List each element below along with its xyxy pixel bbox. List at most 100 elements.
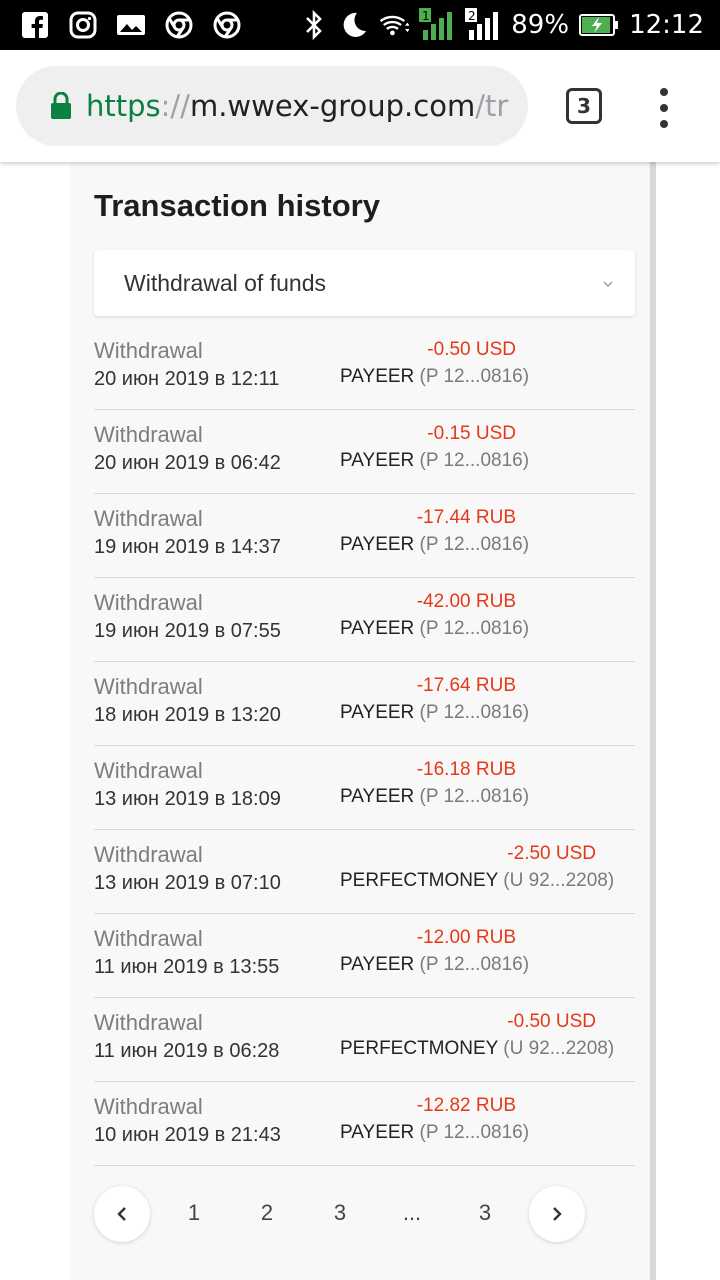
chrome-icon bbox=[164, 10, 194, 40]
transaction-type: Withdrawal bbox=[94, 338, 203, 363]
transaction-row: Withdrawal 18 июн 2019 в 13:20 -17.64 RUB P… bbox=[94, 662, 635, 746]
payment-system: PAYEER bbox=[340, 954, 415, 975]
transaction-method: PAYEER (P 12...0816) bbox=[340, 618, 529, 640]
signal-icon: 1 bbox=[419, 8, 455, 40]
url-scheme: https bbox=[86, 89, 161, 123]
transaction-filter-select[interactable]: Withdrawal of funds bbox=[94, 250, 635, 316]
url-path: /tr bbox=[475, 89, 509, 123]
payment-system: PAYEER bbox=[340, 366, 415, 387]
account-mask: (U 92...2208) bbox=[503, 1038, 615, 1059]
page-link[interactable]: 3 bbox=[320, 1200, 360, 1226]
account-mask: (P 12...0816) bbox=[419, 534, 530, 555]
transaction-row: Withdrawal 10 июн 2019 в 21:43 -12.82 RUB P… bbox=[94, 1082, 635, 1166]
tab-switcher-button[interactable]: 3 bbox=[566, 88, 602, 124]
transaction-method: PAYEER (P 12...0816) bbox=[340, 786, 529, 808]
page-link[interactable]: 3 bbox=[465, 1200, 505, 1226]
payment-system: PAYEER bbox=[340, 534, 415, 555]
wifi-icon bbox=[379, 10, 410, 40]
transaction-date: 13 июн 2019 в 07:10 bbox=[94, 872, 281, 894]
page-link[interactable]: 1 bbox=[174, 1200, 214, 1226]
payment-system: PAYEER bbox=[340, 618, 415, 639]
facebook-icon bbox=[20, 10, 50, 40]
battery-percent: 89% bbox=[511, 10, 570, 40]
transaction-type: Withdrawal bbox=[94, 674, 203, 699]
transaction-amount: -0.50 USD bbox=[507, 1011, 596, 1032]
next-page-button[interactable] bbox=[529, 1186, 585, 1242]
signal-icon: 2 bbox=[465, 8, 501, 40]
transaction-type: Withdrawal bbox=[94, 590, 203, 615]
page-title: Transaction history bbox=[94, 188, 380, 223]
url-text: https://m.wwex-group.com/tr bbox=[86, 89, 508, 123]
transaction-method: PAYEER (P 12...0816) bbox=[340, 450, 529, 472]
account-mask: (P 12...0816) bbox=[419, 702, 530, 723]
address-bar[interactable]: https://m.wwex-group.com/tr bbox=[16, 66, 528, 146]
overflow-menu-button[interactable] bbox=[652, 88, 676, 128]
transaction-method: PERFECTMONEY (U 92...2208) bbox=[340, 870, 614, 892]
payment-system: PAYEER bbox=[340, 1122, 415, 1143]
system-icons: 1 2 89% 12:12 bbox=[299, 8, 720, 40]
transaction-amount: -12.00 RUB bbox=[416, 927, 516, 948]
transaction-row: Withdrawal 11 июн 2019 в 06:28 -0.50 USD PE… bbox=[94, 998, 635, 1082]
transaction-row: Withdrawal 20 июн 2019 в 12:11 -0.50 USD PA… bbox=[94, 326, 635, 410]
transaction-method: PAYEER (P 12...0816) bbox=[340, 1122, 529, 1144]
transaction-amount: -2.50 USD bbox=[507, 843, 596, 864]
transaction-row: Withdrawal 13 июн 2019 в 07:10 -2.50 USD PE… bbox=[94, 830, 635, 914]
account-mask: (P 12...0816) bbox=[419, 366, 530, 387]
transaction-method: PAYEER (P 12...0816) bbox=[340, 702, 529, 724]
menu-dot bbox=[660, 104, 668, 112]
pagination: 1 2 3 ... 3 bbox=[94, 1186, 635, 1242]
payment-system: PERFECTMONEY bbox=[340, 870, 499, 891]
transaction-row: Withdrawal 13 июн 2019 в 18:09 -16.18 RUB P… bbox=[94, 746, 635, 830]
gallery-icon bbox=[116, 10, 146, 40]
chevron-left-icon bbox=[117, 1207, 126, 1221]
account-mask: (P 12...0816) bbox=[419, 954, 530, 975]
browser-toolbar: https://m.wwex-group.com/tr 3 bbox=[0, 50, 720, 162]
account-mask: (P 12...0816) bbox=[419, 618, 530, 639]
transaction-amount: -12.82 RUB bbox=[416, 1095, 516, 1116]
page-link[interactable]: 2 bbox=[247, 1200, 287, 1226]
transaction-type: Withdrawal bbox=[94, 1094, 203, 1119]
transaction-date: 13 июн 2019 в 18:09 bbox=[94, 788, 281, 810]
transaction-method: PERFECTMONEY (U 92...2208) bbox=[340, 1038, 614, 1060]
bluetooth-icon bbox=[299, 10, 329, 40]
transaction-date: 10 июн 2019 в 21:43 bbox=[94, 1124, 281, 1146]
chrome-icon bbox=[212, 10, 242, 40]
transaction-date: 19 июн 2019 в 07:55 bbox=[94, 620, 281, 642]
status-bar: 1 2 89% 12:12 bbox=[0, 0, 720, 50]
transaction-row: Withdrawal 11 июн 2019 в 13:55 -12.00 RUB P… bbox=[94, 914, 635, 998]
page-content: Transaction history Withdrawal of funds … bbox=[0, 162, 720, 1280]
transaction-method: PAYEER (P 12...0816) bbox=[340, 954, 529, 976]
payment-system: PAYEER bbox=[340, 702, 415, 723]
payment-system: PAYEER bbox=[340, 786, 415, 807]
transaction-date: 20 июн 2019 в 12:11 bbox=[94, 368, 280, 390]
transaction-row: Withdrawal 20 июн 2019 в 06:42 -0.15 USD PA… bbox=[94, 410, 635, 494]
lock-icon bbox=[51, 92, 71, 119]
sim1-label: 1 bbox=[422, 9, 430, 23]
payment-system: PERFECTMONEY bbox=[340, 1038, 499, 1059]
transaction-amount: -42.00 RUB bbox=[416, 591, 516, 612]
moon-icon bbox=[339, 10, 369, 40]
transaction-method: PAYEER (P 12...0816) bbox=[340, 534, 529, 556]
transaction-date: 20 июн 2019 в 06:42 bbox=[94, 452, 281, 474]
battery-charging-icon bbox=[579, 10, 619, 40]
transaction-type: Withdrawal bbox=[94, 842, 203, 867]
menu-dot bbox=[660, 88, 668, 96]
transaction-amount: -0.50 USD bbox=[427, 339, 516, 360]
transaction-amount: -17.44 RUB bbox=[416, 507, 516, 528]
prev-page-button[interactable] bbox=[94, 1186, 150, 1242]
transaction-type: Withdrawal bbox=[94, 422, 203, 447]
chevron-right-icon bbox=[553, 1207, 562, 1221]
account-mask: (P 12...0816) bbox=[419, 450, 530, 471]
transaction-type: Withdrawal bbox=[94, 1010, 203, 1035]
transaction-amount: -17.64 RUB bbox=[416, 675, 516, 696]
transaction-type: Withdrawal bbox=[94, 926, 203, 951]
instagram-icon bbox=[68, 10, 98, 40]
account-mask: (P 12...0816) bbox=[419, 786, 530, 807]
transaction-row: Withdrawal 19 июн 2019 в 14:37 -17.44 RUB P… bbox=[94, 494, 635, 578]
account-mask: (U 92...2208) bbox=[503, 870, 615, 891]
transaction-date: 11 июн 2019 в 13:55 bbox=[94, 956, 280, 978]
sim2-label: 2 bbox=[468, 9, 476, 23]
account-mask: (P 12...0816) bbox=[419, 1122, 530, 1143]
transaction-panel: Transaction history Withdrawal of funds … bbox=[70, 162, 656, 1280]
url-host: m.wwex-group.com bbox=[189, 89, 476, 123]
